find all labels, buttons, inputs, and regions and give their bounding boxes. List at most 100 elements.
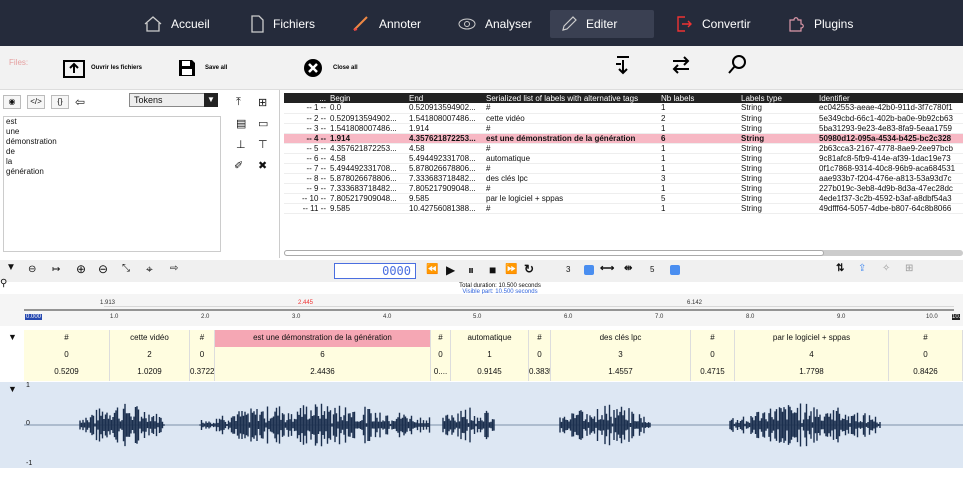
annotation-cell[interactable]: #	[190, 330, 215, 347]
annotation-cell[interactable]: 3	[551, 347, 691, 364]
pin-icon[interactable]: ⚲	[0, 278, 7, 289]
col-begin[interactable]: Begin	[328, 93, 407, 103]
annotation-cell[interactable]: #	[24, 330, 110, 347]
annotation-cell[interactable]: 0.8426	[889, 364, 963, 381]
col-id[interactable]: Identifier	[817, 93, 963, 103]
center-icon[interactable]: ⌖	[146, 262, 153, 277]
list-icon[interactable]: ▤	[236, 117, 246, 130]
export-tier-icon[interactable]: ⤒	[236, 96, 241, 109]
annotation-cell[interactable]: 0.3722	[190, 364, 215, 381]
annotation-cell[interactable]: 1	[451, 347, 529, 364]
sort-icon[interactable]	[613, 54, 633, 76]
annotation-cell[interactable]: par le logiciel + sppas	[735, 330, 889, 347]
rewind-icon[interactable]: ⏪	[426, 264, 438, 275]
annotation-cell[interactable]: #	[529, 330, 551, 347]
annotation-cell[interactable]: est une démonstration de la génération	[215, 330, 431, 347]
nav-convertir[interactable]: Convertir	[674, 10, 751, 38]
stop-icon[interactable]: ■	[489, 263, 496, 277]
annotation-cell[interactable]: 2	[110, 347, 190, 364]
zoom-in-icon[interactable]: ⊕	[76, 262, 86, 276]
undo-icon[interactable]: ⇦	[75, 95, 85, 109]
annotation-cell[interactable]: 1.4557	[551, 364, 691, 381]
open-files-button[interactable]: Ouvrir les fichiers	[63, 58, 142, 78]
annotation-cell[interactable]: 0....	[431, 364, 451, 381]
zoom-fit-icon[interactable]: ⤡	[122, 263, 130, 274]
annotation-cell[interactable]: #	[889, 330, 963, 347]
spectrum-icon[interactable]: ⊞	[905, 263, 913, 274]
forward-icon[interactable]: ⏩	[505, 264, 517, 275]
annotation-cell[interactable]: 0	[529, 347, 551, 364]
annotation-cell[interactable]: 0	[24, 347, 110, 364]
annotation-cell[interactable]: #	[691, 330, 735, 347]
annotation-cell[interactable]: 1.7798	[735, 364, 889, 381]
zoom-out-icon[interactable]: ⊖	[98, 262, 108, 276]
time-display[interactable]: 0000	[334, 263, 416, 279]
annotation-cell[interactable]: 0.4715	[691, 364, 735, 381]
waveform-icon[interactable]: ✧	[882, 263, 890, 274]
annotation-cell[interactable]: 4	[735, 347, 889, 364]
nav-plugins[interactable]: Plugins	[786, 10, 853, 38]
table-row[interactable]: -- 8 -- 5.878026678806... 7.333683718482..…	[284, 173, 963, 184]
hide-icon[interactable]: ⊖	[28, 264, 36, 275]
table-row[interactable]: -- 11 -- 9.585 10.42756081388... #1 String 49…	[284, 203, 963, 214]
swap-icon[interactable]	[670, 54, 692, 76]
delete-icon[interactable]: ✐	[234, 159, 243, 172]
shrink-icon[interactable]: ⇹	[624, 263, 632, 274]
merge-icon[interactable]: ⊞	[258, 96, 267, 109]
level-stepper-1[interactable]	[584, 265, 594, 275]
annotation-cell[interactable]: 0	[889, 347, 963, 364]
col-type[interactable]: Labels type	[739, 93, 817, 103]
tier-collapse-icon[interactable]: ▼	[8, 332, 17, 342]
remove-icon[interactable]: ✖	[258, 159, 267, 172]
code-icon[interactable]: </>	[27, 95, 45, 109]
annotation-cell[interactable]: cette vidéo	[110, 330, 190, 347]
table-row[interactable]: -- 7 -- 5.494492331708... 5.878026678806..…	[284, 163, 963, 174]
nav-fichiers[interactable]: Fichiers	[249, 10, 315, 38]
tier-select[interactable]: Tokens ▼	[129, 93, 218, 107]
save-all-button[interactable]: Save all	[177, 58, 227, 78]
horizontal-scrollbar[interactable]	[284, 250, 963, 256]
nav-editer[interactable]: Editer	[550, 10, 654, 38]
search-icon[interactable]	[727, 54, 747, 76]
nav-accueil[interactable]: Accueil	[143, 10, 210, 38]
annotation-cell[interactable]: 2.4436	[215, 364, 431, 381]
annotation-cell[interactable]: 0	[190, 347, 215, 364]
col-index[interactable]: ...	[284, 93, 328, 103]
tokens-list[interactable]: est une démonstration de la génération	[3, 116, 221, 252]
annotation-cell[interactable]: 0	[691, 347, 735, 364]
sort-vertical-icon[interactable]: ⇅	[836, 263, 844, 274]
table-row[interactable]: -- 1 -- 0.0 0.520913594902... #1 String ec042…	[284, 103, 963, 114]
annotation-cell[interactable]: automatique	[451, 330, 529, 347]
list-minus-icon[interactable]: ▭	[258, 117, 268, 130]
loop-icon[interactable]: ↻	[524, 262, 534, 276]
annotation-cell[interactable]: #	[431, 330, 451, 347]
table-row[interactable]: -- 10 -- 7.805217909048... 9.585 par le log…	[284, 193, 963, 204]
table-row[interactable]: -- 6 -- 4.58 5.494492331708... automatique 1…	[284, 153, 963, 164]
add-tier-icon[interactable]: ⊥	[236, 138, 246, 151]
col-labels[interactable]: Serialized list of labels with alternati…	[484, 93, 659, 103]
expand-icon[interactable]: ⟷	[600, 263, 614, 274]
annotation-cell[interactable]: 0	[431, 347, 451, 364]
nav-annoter[interactable]: Annoter	[351, 10, 421, 38]
annotation-cell[interactable]: 1.0209	[110, 364, 190, 381]
col-end[interactable]: End	[407, 93, 484, 103]
col-nb[interactable]: Nb labels	[659, 93, 739, 103]
annotation-cell[interactable]: 6	[215, 347, 431, 364]
add-below-icon[interactable]: ⊤	[258, 138, 268, 151]
level-stepper-2[interactable]	[670, 265, 680, 275]
table-row[interactable]: -- 5 -- 4.357621872253... 4.58 #1 String 2b63…	[284, 143, 963, 154]
annotation-cell[interactable]: 0.5209	[24, 364, 110, 381]
waveform-panel[interactable]: ▼ 1 0 -1	[0, 382, 963, 468]
scrollbar-thumb[interactable]	[284, 250, 824, 256]
play-icon[interactable]: ▶	[446, 263, 455, 277]
collapse-icon[interactable]: ▼	[6, 262, 16, 273]
annotation-cell[interactable]: 0.9145	[451, 364, 529, 381]
pause-icon[interactable]: ⏸	[468, 263, 474, 278]
annotation-cell[interactable]: des clés lpc	[551, 330, 691, 347]
table-row[interactable]: -- 4 -- 1.914 4.357621872253... est une dém…	[284, 133, 963, 144]
nav-analyser[interactable]: Analyser	[457, 10, 532, 38]
close-all-button[interactable]: Close all	[303, 58, 358, 78]
table-row[interactable]: -- 2 -- 0.520913594902... 1.541808007486..…	[284, 113, 963, 124]
fit-icon[interactable]: ↦	[52, 264, 60, 275]
annotation-cell[interactable]: 0.3835	[529, 364, 551, 381]
